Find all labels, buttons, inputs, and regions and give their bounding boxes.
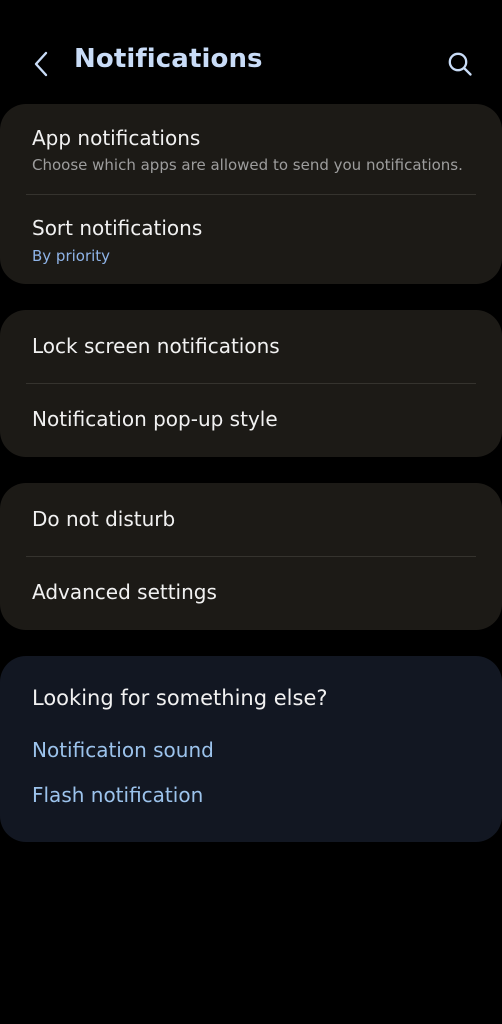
- sort-notifications-value: By priority: [32, 247, 111, 265]
- search-icon: [448, 52, 472, 76]
- settings-group-notifications: App notifications Choose which apps are …: [0, 104, 502, 284]
- lock-screen-notifications-item[interactable]: Lock screen notifications: [0, 310, 502, 383]
- page-title: Notifications: [74, 44, 263, 74]
- do-not-disturb-title: Do not disturb: [32, 507, 176, 531]
- do-not-disturb-item[interactable]: Do not disturb: [0, 483, 502, 556]
- settings-group-display: Lock screen notifications Notification p…: [0, 310, 502, 457]
- back-button[interactable]: [24, 46, 58, 82]
- flash-notification-link[interactable]: Flash notification: [32, 783, 203, 807]
- suggestions-title: Looking for something else?: [32, 686, 328, 710]
- app-bar: Notifications: [0, 0, 502, 110]
- notification-sound-link[interactable]: Notification sound: [32, 738, 214, 762]
- notification-popup-style-title: Notification pop-up style: [32, 407, 278, 431]
- search-button[interactable]: [442, 46, 478, 82]
- sort-notifications-title: Sort notifications: [32, 216, 203, 240]
- advanced-settings-item[interactable]: Advanced settings: [0, 557, 502, 630]
- sort-notifications-item[interactable]: Sort notifications By priority: [0, 195, 502, 284]
- app-notifications-item[interactable]: App notifications Choose which apps are …: [0, 104, 502, 194]
- app-notifications-subtitle: Choose which apps are allowed to send yo…: [32, 156, 463, 174]
- suggestions-card: Looking for something else? Notification…: [0, 656, 502, 842]
- advanced-settings-title: Advanced settings: [32, 580, 217, 604]
- settings-group-advanced: Do not disturb Advanced settings: [0, 483, 502, 630]
- app-notifications-title: App notifications: [32, 126, 201, 150]
- lock-screen-notifications-title: Lock screen notifications: [32, 334, 280, 358]
- chevron-left-icon: [34, 51, 48, 77]
- notification-popup-style-item[interactable]: Notification pop-up style: [0, 384, 502, 457]
